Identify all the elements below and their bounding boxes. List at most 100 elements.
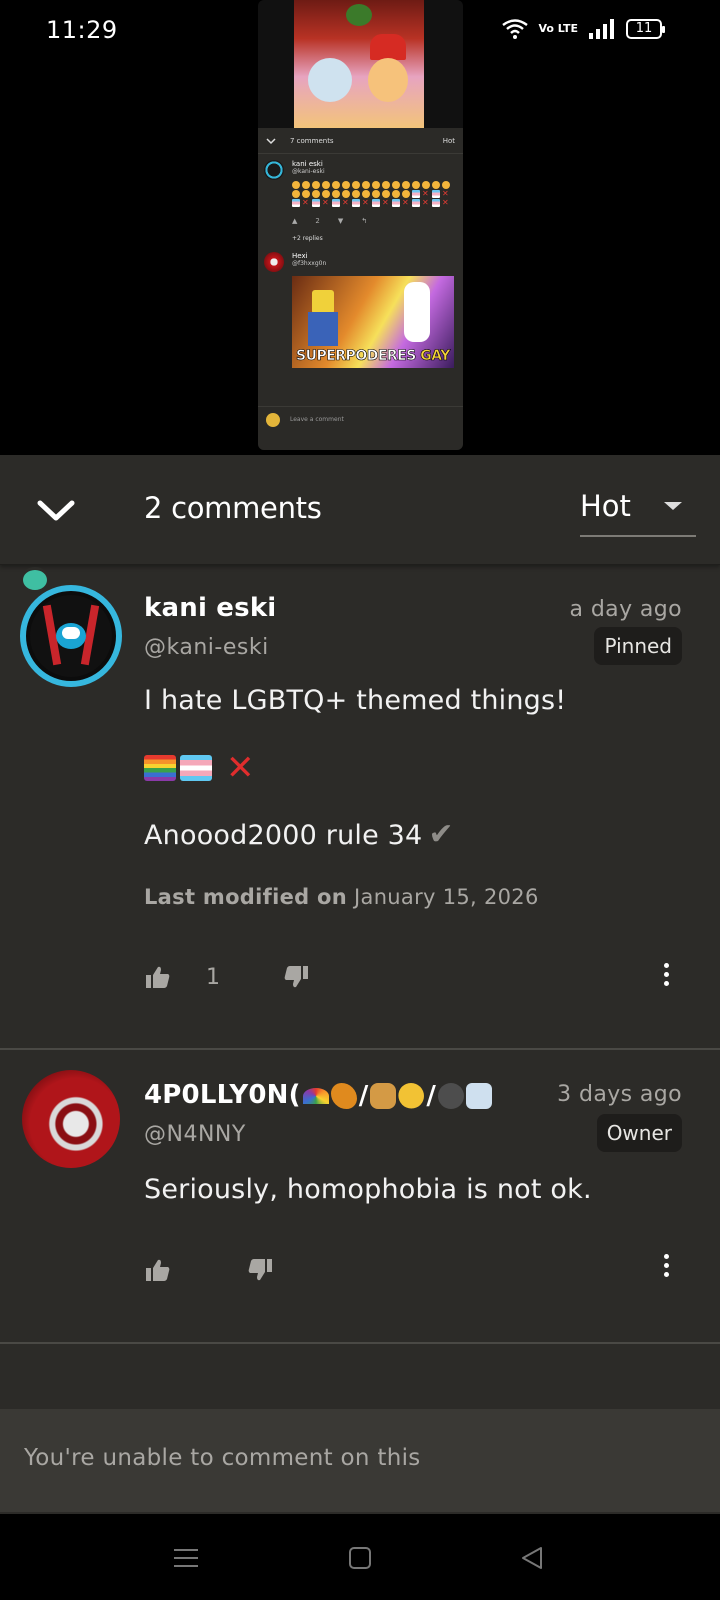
- mini-user-name: Hexi: [292, 252, 308, 260]
- last-modified: Last modified on January 15, 2026: [144, 885, 539, 909]
- emoji-icon: [412, 190, 420, 198]
- emoji-icon: [412, 181, 420, 189]
- emoji-icon: [312, 181, 320, 189]
- sort-label: Hot: [580, 489, 631, 523]
- recents-button[interactable]: [168, 1540, 204, 1576]
- emoji-icon: ✕: [342, 198, 349, 207]
- triangle-back-icon: [522, 1547, 542, 1569]
- thumbs-up-icon: [146, 1259, 170, 1281]
- comments-sheet: 2 comments Hot kani eski @kani-eski a da…: [0, 455, 720, 1514]
- emoji-spam: ✕ ✕ ✕ ✕ ✕ ✕ ✕ ✕ ✕ ✕: [292, 181, 457, 207]
- moon-emoji-icon: [398, 1082, 425, 1109]
- comment-text: Seriously, homophobia is not ok.: [144, 1174, 592, 1205]
- emoji-icon: [332, 190, 340, 198]
- emoji-icon: [292, 181, 300, 189]
- mini-likes: 2: [315, 217, 320, 225]
- emoji-icon: ✕: [382, 198, 389, 207]
- pancakes-emoji-icon: [370, 1082, 397, 1109]
- avatar[interactable]: [20, 585, 122, 687]
- comments-header: 2 comments Hot: [0, 455, 720, 565]
- emoji-icon: [372, 181, 380, 189]
- media-frame: 7 comments Hot kani eski @kani-eski ✕ ✕ ✕ ✕…: [258, 0, 463, 450]
- more-vertical-icon: [663, 1254, 669, 1259]
- meme-caption: SUPERPODERES: [296, 348, 417, 365]
- comment-handle[interactable]: @N4NNY: [144, 1122, 246, 1147]
- emoji-icon: [312, 199, 320, 207]
- emoji-icon: ✕: [402, 198, 409, 207]
- square-home-icon: [349, 1547, 371, 1569]
- thumbs-up-icon: ▲: [292, 217, 298, 225]
- emoji-icon: [302, 181, 310, 189]
- mini-user-handle: @kani-eski: [292, 168, 325, 175]
- comment-text: Anoood2000 rule 34: [144, 820, 423, 851]
- collapse-button[interactable]: [32, 487, 80, 535]
- emoji-icon: [422, 181, 430, 189]
- more-options-button[interactable]: [660, 1252, 672, 1282]
- emoji-icon: ✕: [302, 198, 309, 207]
- owner-badge: Owner: [596, 1114, 682, 1152]
- comment-text: I hate LGBTQ+ themed things!: [144, 685, 567, 716]
- dislike-button[interactable]: [282, 963, 310, 991]
- avatar: [266, 412, 280, 427]
- like-button[interactable]: [144, 1256, 172, 1284]
- mini-leave-placeholder: Leave a comment: [290, 416, 344, 423]
- sort-dropdown[interactable]: Hot: [580, 481, 696, 537]
- reply-icon: ↰: [361, 217, 368, 225]
- mini-comment-count: 7 comments: [290, 136, 334, 145]
- meme-image: SUPERPODERES GAY: [292, 276, 454, 368]
- emoji-icon: [322, 190, 330, 198]
- speech-bubble-emoji-icon: [466, 1082, 493, 1109]
- emoji-icon: [432, 190, 440, 198]
- emoji-icon: ✕: [322, 198, 329, 207]
- rainbow-emoji-icon: [302, 1087, 329, 1104]
- comment-author[interactable]: 4P0LLY0N( / /: [144, 1080, 493, 1111]
- christmas-artwork: [294, 0, 424, 128]
- comment-item: 4P0LLY0N( / / @N4NNY 3 days ago Owner Se…: [0, 1052, 720, 1344]
- embedded-comments-screenshot: 7 comments Hot kani eski @kani-eski ✕ ✕ ✕ ✕…: [258, 128, 463, 450]
- emoji-icon: ✕: [442, 198, 449, 207]
- thumbs-down-icon: ▼: [337, 217, 344, 225]
- thumbs-down-icon: [248, 1259, 272, 1281]
- cross-mark-icon: ✕: [226, 748, 255, 788]
- thumbs-down-icon: [284, 966, 308, 988]
- more-options-button[interactable]: [660, 961, 672, 991]
- navigation-bar: [0, 1514, 720, 1600]
- like-button[interactable]: [144, 963, 172, 991]
- name-emojis: / /: [302, 1081, 493, 1111]
- meme-caption-accent: GAY: [420, 348, 451, 365]
- emoji-icon: [392, 190, 400, 198]
- emoji-icon: [432, 181, 440, 189]
- mini-replies: +2 replies: [292, 235, 323, 242]
- emoji-icon: ✕: [362, 198, 369, 207]
- emoji-icon: ✕: [442, 189, 449, 198]
- emoji-icon: [362, 190, 370, 198]
- pinned-badge: Pinned: [594, 627, 682, 665]
- comment-emojis: ✕: [144, 748, 255, 788]
- comment-item: kani eski @kani-eski a day ago Pinned I …: [0, 565, 720, 1050]
- like-count: 1: [206, 964, 220, 990]
- avatar[interactable]: [22, 1070, 120, 1168]
- post-media[interactable]: 7 comments Hot kani eski @kani-eski ✕ ✕ ✕ ✕…: [0, 0, 720, 455]
- emoji-icon: [382, 181, 390, 189]
- emoji-icon: [442, 181, 450, 189]
- comment-time: a day ago: [569, 597, 682, 622]
- dislike-button[interactable]: [246, 1256, 274, 1284]
- comment-author-text: 4P0LLY0N(: [144, 1080, 301, 1110]
- avatar-badge-icon: [20, 567, 50, 593]
- emoji-icon: ✕: [422, 198, 429, 207]
- emoji-icon: [362, 181, 370, 189]
- emoji-icon: [292, 190, 300, 198]
- emoji-icon: [432, 199, 440, 207]
- emoji-icon: [392, 181, 400, 189]
- caret-down-icon: [664, 502, 682, 510]
- emoji-icon: [342, 190, 350, 198]
- comment-author[interactable]: kani eski: [144, 593, 276, 623]
- last-modified-label: Last modified on: [144, 885, 348, 909]
- back-button[interactable]: [514, 1540, 550, 1576]
- comment-disabled-bar: You're unable to comment on this: [0, 1409, 720, 1512]
- emoji-icon: [292, 199, 300, 207]
- home-button[interactable]: [342, 1540, 378, 1576]
- mini-user-name: kani eski: [292, 160, 323, 168]
- comment-handle[interactable]: @kani-eski: [144, 635, 269, 660]
- emoji-icon: ✕: [422, 189, 429, 198]
